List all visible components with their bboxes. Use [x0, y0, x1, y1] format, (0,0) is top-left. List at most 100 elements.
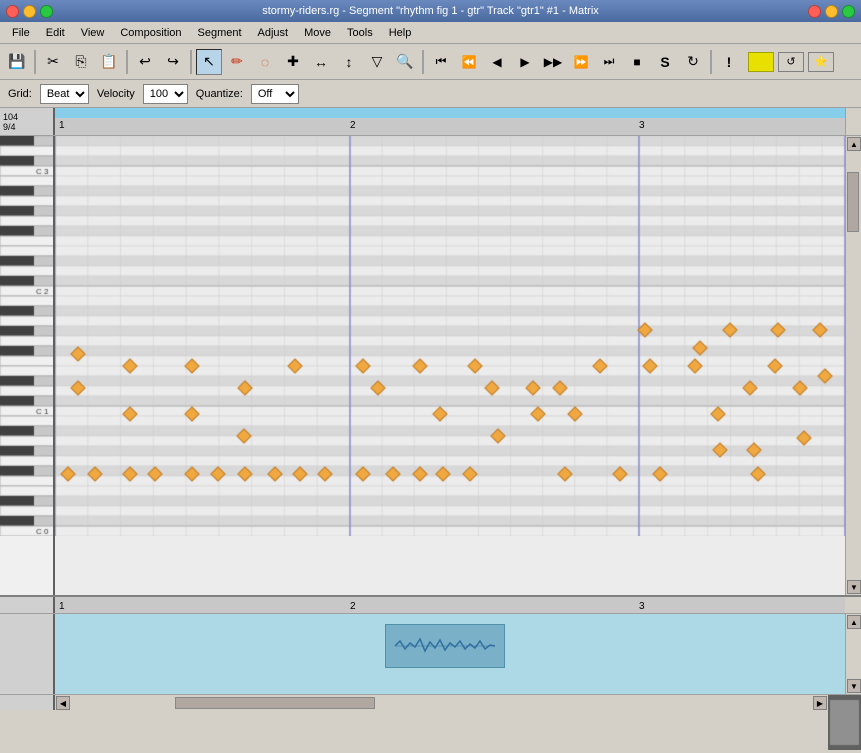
time-sig-area: 104 9/4	[0, 108, 55, 135]
vscroll-track[interactable]	[846, 152, 861, 579]
bar-1-label: 1	[59, 120, 65, 131]
bottom-piano-area	[0, 614, 55, 694]
loop-button[interactable]: ↻	[680, 49, 706, 75]
stop-button[interactable]: ■	[624, 49, 650, 75]
menu-tools[interactable]: Tools	[339, 25, 381, 41]
velocity-label: Velocity	[97, 88, 135, 100]
vscroll-top	[845, 108, 861, 135]
prev-button[interactable]: ◀	[484, 49, 510, 75]
undo-button[interactable]: ↩	[132, 49, 158, 75]
move-tool-button[interactable]: ✚	[280, 49, 306, 75]
grid-bar: Grid: Beat Bar 1/2 1/4 1/8 1/16 Velocity…	[0, 80, 861, 108]
bottom-section: 1 2 3 ▲ ▼	[0, 595, 861, 710]
matrix-main: 104 9/4 1 2 3 ▲ ▼	[0, 108, 861, 710]
paste-button[interactable]: 📋	[96, 49, 122, 75]
editor-row: ▲ ▼	[0, 136, 861, 595]
minimize-button[interactable]	[23, 5, 36, 18]
menu-file[interactable]: File	[4, 25, 38, 41]
end-button[interactable]: ⏭	[596, 49, 622, 75]
close-button[interactable]	[6, 5, 19, 18]
time-ruler-bottom: 1 2 3	[55, 597, 845, 613]
maximize-button[interactable]	[40, 5, 53, 18]
play-button[interactable]: ▶	[512, 49, 538, 75]
menu-segment[interactable]: Segment	[190, 25, 250, 41]
sep-5	[710, 50, 712, 74]
menu-composition[interactable]: Composition	[112, 25, 189, 41]
menu-view[interactable]: View	[73, 25, 113, 41]
fast-forward-button[interactable]: ▶▶	[540, 49, 566, 75]
hscroll-row: ◀ ▶	[0, 694, 861, 710]
hscroll-track[interactable]: ◀ ▶	[55, 695, 828, 710]
menu-adjust[interactable]: Adjust	[250, 25, 297, 41]
vscroll-thumb[interactable]	[847, 172, 859, 232]
quantize-select[interactable]: Off 1/4 1/8 1/16	[251, 84, 299, 104]
bot-bar-2: 2	[350, 601, 356, 612]
bar-3-label: 3	[639, 120, 645, 131]
bot-bar-3: 3	[639, 601, 645, 612]
vscroll-bottom[interactable]: ▲ ▼	[845, 614, 861, 694]
mini-segment	[385, 624, 505, 668]
bottom-track-row: ▲ ▼	[0, 614, 861, 694]
bottom-track-area[interactable]	[55, 614, 845, 694]
filter-button[interactable]: ▽	[364, 49, 390, 75]
vscroll-bar[interactable]: ▲ ▼	[845, 136, 861, 595]
hscroll-left-stub	[0, 695, 55, 710]
draw-tool-button[interactable]: ✏	[224, 49, 250, 75]
hscroll-left[interactable]: ◀	[56, 696, 70, 710]
extra-tools: ↺ ⭐	[748, 52, 834, 72]
min-button-right[interactable]	[825, 5, 838, 18]
erase-tool-button[interactable]: ◌	[252, 49, 278, 75]
time-ruler-top: 1 2 3	[55, 108, 845, 135]
bot-bar-1: 1	[59, 601, 65, 612]
ruler-container: 104 9/4 1 2 3	[0, 108, 861, 136]
hscroll-right[interactable]: ▶	[813, 696, 827, 710]
vscroll-bot-down[interactable]: ▼	[847, 679, 861, 693]
grid-canvas-area[interactable]	[55, 136, 845, 595]
menu-move[interactable]: Move	[296, 25, 339, 41]
close-button-right[interactable]	[808, 5, 821, 18]
window-title: stormy-riders.rg - Segment "rhythm fig 1…	[262, 5, 599, 17]
loop-tool[interactable]: ↺	[778, 52, 804, 72]
window-controls[interactable]	[6, 5, 53, 18]
record-button[interactable]: S	[652, 49, 678, 75]
toolbar: 💾 ✂ ⎘ 📋 ↩ ↪ ↖ ✏ ◌ ✚ ↔ ↕ ▽ 🔍 ⏮ ⏪ ◀ ▶ ▶▶ ⏩…	[0, 44, 861, 80]
redo-button[interactable]: ↪	[160, 49, 186, 75]
vscroll-bot-up[interactable]: ▲	[847, 615, 861, 629]
panic-button[interactable]: !	[716, 49, 742, 75]
window-controls-right[interactable]	[808, 5, 855, 18]
vscroll-bottom-top	[845, 597, 861, 613]
segment-bar	[55, 108, 845, 118]
sep-1	[34, 50, 36, 74]
velocity-select[interactable]: 100 50 127	[143, 84, 188, 104]
velocity-tool-button[interactable]: ↕	[336, 49, 362, 75]
bottom-piano-stub	[0, 597, 55, 613]
time-sig-label: 9/4	[3, 122, 50, 132]
piano-keyboard[interactable]	[0, 136, 55, 595]
zoom-button[interactable]: 🔍	[392, 49, 418, 75]
title-bar: stormy-riders.rg - Segment "rhythm fig 1…	[0, 0, 861, 22]
cut-button[interactable]: ✂	[40, 49, 66, 75]
quantize-label: Quantize:	[196, 88, 243, 100]
grid-select[interactable]: Beat Bar 1/2 1/4 1/8 1/16	[40, 84, 89, 104]
rewind-start-button[interactable]: ⏮	[428, 49, 454, 75]
sep-3	[190, 50, 192, 74]
menu-edit[interactable]: Edit	[38, 25, 73, 41]
menu-bar: File Edit View Composition Segment Adjus…	[0, 22, 861, 44]
ff2-button[interactable]: ⏩	[568, 49, 594, 75]
color-tool[interactable]	[748, 52, 774, 72]
vscroll-down[interactable]: ▼	[847, 580, 861, 594]
rewind-button[interactable]: ⏪	[456, 49, 482, 75]
bar-2-label: 2	[350, 120, 356, 131]
star-tool[interactable]: ⭐	[808, 52, 834, 72]
hscroll-thumb[interactable]	[175, 697, 375, 709]
vscroll-up[interactable]: ▲	[847, 137, 861, 151]
menu-help[interactable]: Help	[381, 25, 420, 41]
copy-button[interactable]: ⎘	[68, 49, 94, 75]
resize-tool-button[interactable]: ↔	[308, 49, 334, 75]
sep-2	[126, 50, 128, 74]
bottom-ruler-row: 1 2 3	[0, 597, 861, 614]
max-button-right[interactable]	[842, 5, 855, 18]
tempo-label: 104	[3, 112, 50, 122]
select-tool-button[interactable]: ↖	[196, 49, 222, 75]
save-button[interactable]: 💾	[4, 49, 30, 75]
